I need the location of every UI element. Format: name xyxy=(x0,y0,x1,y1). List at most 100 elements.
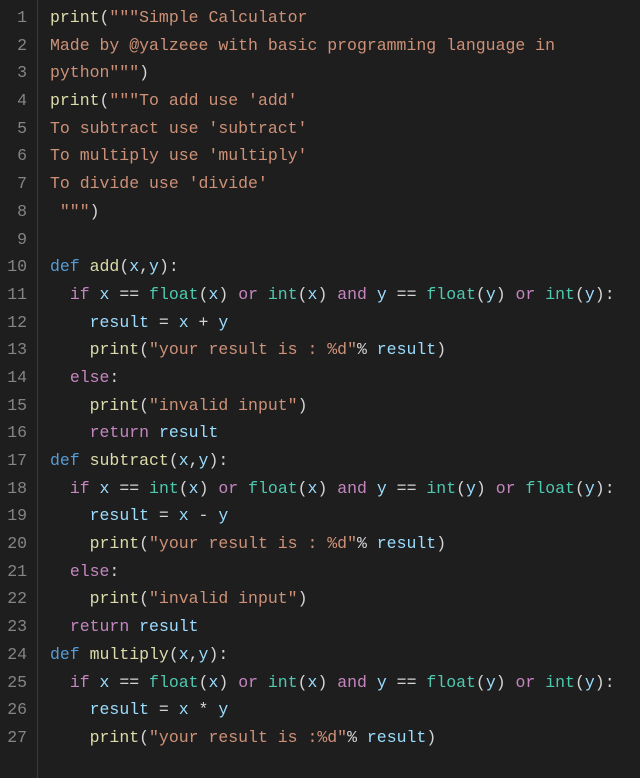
token-punc: ) xyxy=(496,285,506,304)
token-op xyxy=(50,313,90,332)
code-line[interactable]: print("""To add use 'add' xyxy=(50,87,640,115)
token-var: y xyxy=(585,479,595,498)
token-kw: or xyxy=(218,479,238,498)
token-var: x xyxy=(208,673,218,692)
token-kw: and xyxy=(337,479,367,498)
code-line[interactable]: To divide use 'divide' xyxy=(50,170,640,198)
code-line[interactable]: if x == float(x) or int(x) and y == floa… xyxy=(50,669,640,697)
token-punc: ( xyxy=(199,673,209,692)
code-editor[interactable]: 1234567891011121314151617181920212223242… xyxy=(0,0,640,778)
token-kw: else xyxy=(70,368,110,387)
token-var: result xyxy=(90,313,149,332)
token-op xyxy=(50,589,90,608)
code-line[interactable]: print("your result is :%d"% result) xyxy=(50,724,640,752)
token-op xyxy=(327,285,337,304)
token-var: y xyxy=(377,285,387,304)
code-line[interactable]: else: xyxy=(50,558,640,586)
code-line[interactable]: To subtract use 'subtract' xyxy=(50,115,640,143)
token-var: x xyxy=(308,479,318,498)
code-line[interactable]: def multiply(x,y): xyxy=(50,641,640,669)
token-param: y xyxy=(199,451,209,470)
code-line[interactable]: def subtract(x,y): xyxy=(50,447,640,475)
code-line[interactable]: Made by @yalzeee with basic programming … xyxy=(50,32,640,60)
token-op: % xyxy=(357,340,377,359)
token-punc: ) xyxy=(436,340,446,359)
token-op xyxy=(149,423,159,442)
token-punc: : xyxy=(218,451,228,470)
code-line[interactable]: result = x + y xyxy=(50,309,640,337)
code-line[interactable]: print("invalid input") xyxy=(50,585,640,613)
code-area[interactable]: print("""Simple CalculatorMade by @yalze… xyxy=(38,0,640,778)
token-punc: ) xyxy=(496,673,506,692)
token-op xyxy=(129,617,139,636)
token-op xyxy=(516,479,526,498)
token-var: x xyxy=(179,506,189,525)
token-punc: ( xyxy=(476,673,486,692)
token-punc: ( xyxy=(169,451,179,470)
token-punc: : xyxy=(605,479,615,498)
token-str: "invalid input" xyxy=(149,589,298,608)
token-fn: print xyxy=(90,534,140,553)
line-number: 24 xyxy=(6,641,27,669)
code-line[interactable]: if x == float(x) or int(x) and y == floa… xyxy=(50,281,640,309)
token-punc: ) xyxy=(298,589,308,608)
token-str: "your result is : %d" xyxy=(149,340,357,359)
token-punc: : xyxy=(605,673,615,692)
token-param: x xyxy=(179,451,189,470)
token-op xyxy=(50,479,70,498)
line-number: 23 xyxy=(6,613,27,641)
code-line[interactable] xyxy=(50,226,640,254)
token-op xyxy=(535,285,545,304)
token-op: = xyxy=(149,313,179,332)
token-kw: and xyxy=(337,673,367,692)
line-number: 13 xyxy=(6,336,27,364)
token-def: def xyxy=(50,645,90,664)
token-str: """ xyxy=(50,202,90,221)
line-number: 6 xyxy=(6,142,27,170)
token-punc: : xyxy=(169,257,179,276)
token-punc: ( xyxy=(139,728,149,747)
token-punc: ( xyxy=(139,340,149,359)
code-line[interactable]: print("your result is : %d"% result) xyxy=(50,336,640,364)
code-line[interactable]: return result xyxy=(50,419,640,447)
token-param: x xyxy=(179,645,189,664)
token-op xyxy=(90,479,100,498)
token-op xyxy=(90,673,100,692)
token-op xyxy=(238,479,248,498)
token-op xyxy=(208,479,218,498)
code-line[interactable]: print("""Simple Calculator xyxy=(50,4,640,32)
token-fn: print xyxy=(50,91,100,110)
token-var: y xyxy=(377,673,387,692)
token-punc: , xyxy=(189,645,199,664)
token-op xyxy=(50,728,90,747)
token-kw: return xyxy=(90,423,149,442)
line-number: 2 xyxy=(6,32,27,60)
token-var: result xyxy=(90,506,149,525)
token-op: - xyxy=(189,506,219,525)
token-kw: or xyxy=(238,673,258,692)
token-punc: ) xyxy=(199,479,209,498)
token-op: % xyxy=(357,534,377,553)
code-line[interactable]: To multiply use 'multiply' xyxy=(50,142,640,170)
token-kw: if xyxy=(70,479,90,498)
code-line[interactable]: def add(x,y): xyxy=(50,253,640,281)
code-line[interactable]: else: xyxy=(50,364,640,392)
token-op xyxy=(50,506,90,525)
token-var: y xyxy=(377,479,387,498)
token-kw: or xyxy=(496,479,516,498)
token-var: result xyxy=(90,700,149,719)
code-line[interactable]: result = x - y xyxy=(50,502,640,530)
code-line[interactable]: """) xyxy=(50,198,640,226)
line-number: 15 xyxy=(6,392,27,420)
code-line[interactable]: return result xyxy=(50,613,640,641)
token-var: x xyxy=(100,285,110,304)
code-line[interactable]: result = x * y xyxy=(50,696,640,724)
code-line[interactable]: print("your result is : %d"% result) xyxy=(50,530,640,558)
token-punc: ) xyxy=(317,285,327,304)
code-line[interactable]: if x == int(x) or float(x) and y == int(… xyxy=(50,475,640,503)
token-op: == xyxy=(109,479,149,498)
token-op xyxy=(50,617,70,636)
code-line[interactable]: print("invalid input") xyxy=(50,392,640,420)
token-op xyxy=(367,673,377,692)
token-op xyxy=(228,285,238,304)
